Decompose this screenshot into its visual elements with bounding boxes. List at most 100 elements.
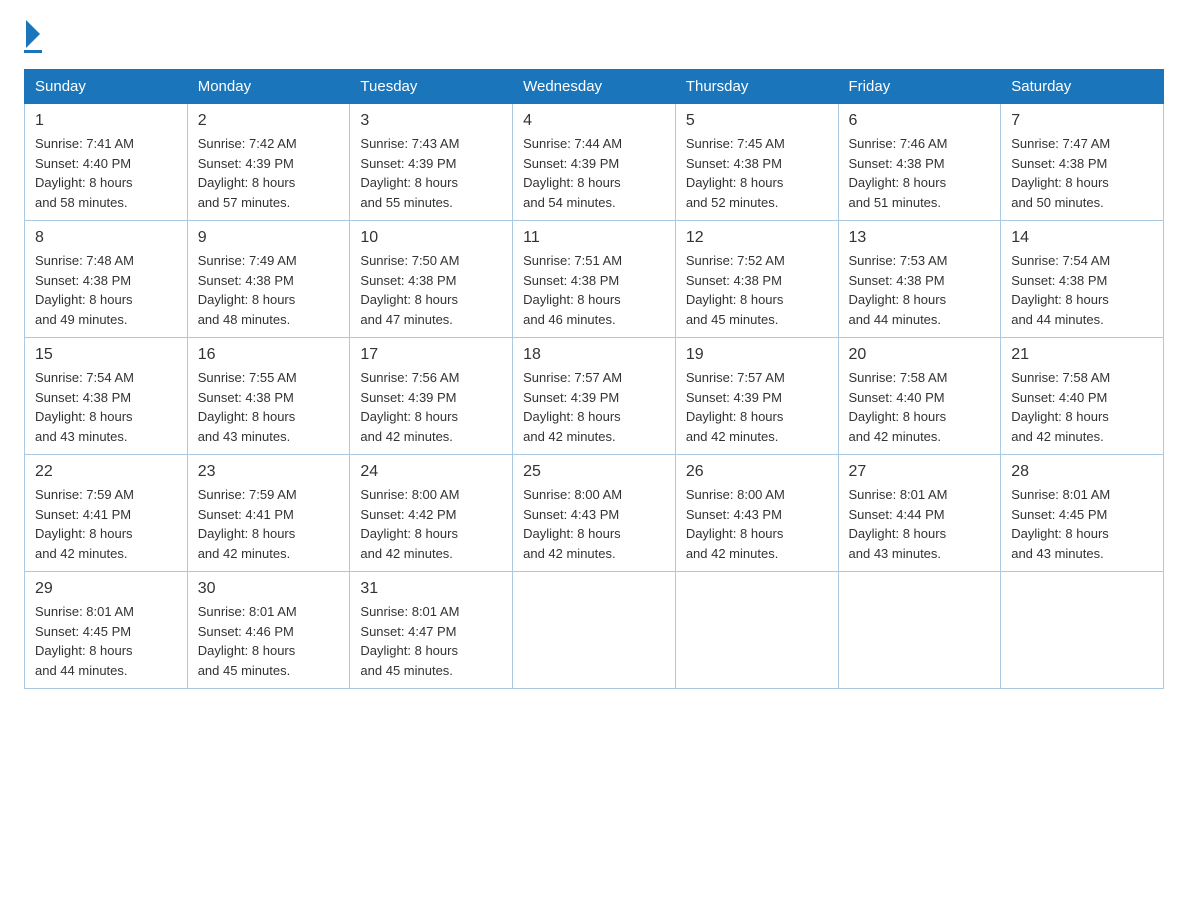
day-number: 5 bbox=[686, 112, 828, 130]
weekday-header-thursday: Thursday bbox=[675, 70, 838, 104]
weekday-header-monday: Monday bbox=[187, 70, 350, 104]
calendar-cell: 25 Sunrise: 8:00 AM Sunset: 4:43 PM Dayl… bbox=[513, 455, 676, 572]
day-info: Sunrise: 7:57 AM Sunset: 4:39 PM Dayligh… bbox=[686, 370, 785, 444]
calendar-cell: 13 Sunrise: 7:53 AM Sunset: 4:38 PM Dayl… bbox=[838, 221, 1001, 338]
day-number: 22 bbox=[35, 463, 177, 481]
weekday-header-row: SundayMondayTuesdayWednesdayThursdayFrid… bbox=[25, 70, 1164, 104]
day-number: 24 bbox=[360, 463, 502, 481]
day-number: 28 bbox=[1011, 463, 1153, 481]
day-info: Sunrise: 7:59 AM Sunset: 4:41 PM Dayligh… bbox=[198, 487, 297, 561]
day-info: Sunrise: 7:46 AM Sunset: 4:38 PM Dayligh… bbox=[849, 136, 948, 210]
calendar-cell bbox=[675, 572, 838, 689]
calendar-cell: 1 Sunrise: 7:41 AM Sunset: 4:40 PM Dayli… bbox=[25, 104, 188, 221]
day-info: Sunrise: 7:47 AM Sunset: 4:38 PM Dayligh… bbox=[1011, 136, 1110, 210]
calendar-cell: 15 Sunrise: 7:54 AM Sunset: 4:38 PM Dayl… bbox=[25, 338, 188, 455]
day-info: Sunrise: 7:42 AM Sunset: 4:39 PM Dayligh… bbox=[198, 136, 297, 210]
calendar-cell: 27 Sunrise: 8:01 AM Sunset: 4:44 PM Dayl… bbox=[838, 455, 1001, 572]
calendar-cell: 7 Sunrise: 7:47 AM Sunset: 4:38 PM Dayli… bbox=[1001, 104, 1164, 221]
weekday-header-saturday: Saturday bbox=[1001, 70, 1164, 104]
calendar-cell: 12 Sunrise: 7:52 AM Sunset: 4:38 PM Dayl… bbox=[675, 221, 838, 338]
day-info: Sunrise: 8:01 AM Sunset: 4:45 PM Dayligh… bbox=[35, 604, 134, 678]
day-info: Sunrise: 7:57 AM Sunset: 4:39 PM Dayligh… bbox=[523, 370, 622, 444]
calendar-cell: 16 Sunrise: 7:55 AM Sunset: 4:38 PM Dayl… bbox=[187, 338, 350, 455]
day-info: Sunrise: 8:01 AM Sunset: 4:45 PM Dayligh… bbox=[1011, 487, 1110, 561]
calendar-cell: 18 Sunrise: 7:57 AM Sunset: 4:39 PM Dayl… bbox=[513, 338, 676, 455]
calendar-cell: 3 Sunrise: 7:43 AM Sunset: 4:39 PM Dayli… bbox=[350, 104, 513, 221]
logo bbox=[24, 24, 42, 53]
calendar-cell: 17 Sunrise: 7:56 AM Sunset: 4:39 PM Dayl… bbox=[350, 338, 513, 455]
week-row-1: 1 Sunrise: 7:41 AM Sunset: 4:40 PM Dayli… bbox=[25, 104, 1164, 221]
day-info: Sunrise: 7:49 AM Sunset: 4:38 PM Dayligh… bbox=[198, 253, 297, 327]
calendar-cell: 28 Sunrise: 8:01 AM Sunset: 4:45 PM Dayl… bbox=[1001, 455, 1164, 572]
day-info: Sunrise: 8:01 AM Sunset: 4:46 PM Dayligh… bbox=[198, 604, 297, 678]
calendar-cell: 20 Sunrise: 7:58 AM Sunset: 4:40 PM Dayl… bbox=[838, 338, 1001, 455]
day-number: 29 bbox=[35, 580, 177, 598]
weekday-header-sunday: Sunday bbox=[25, 70, 188, 104]
day-number: 16 bbox=[198, 346, 340, 364]
day-number: 27 bbox=[849, 463, 991, 481]
day-number: 6 bbox=[849, 112, 991, 130]
day-number: 13 bbox=[849, 229, 991, 247]
day-number: 9 bbox=[198, 229, 340, 247]
day-info: Sunrise: 8:01 AM Sunset: 4:47 PM Dayligh… bbox=[360, 604, 459, 678]
day-number: 15 bbox=[35, 346, 177, 364]
calendar-cell: 21 Sunrise: 7:58 AM Sunset: 4:40 PM Dayl… bbox=[1001, 338, 1164, 455]
calendar-cell: 23 Sunrise: 7:59 AM Sunset: 4:41 PM Dayl… bbox=[187, 455, 350, 572]
calendar-cell: 9 Sunrise: 7:49 AM Sunset: 4:38 PM Dayli… bbox=[187, 221, 350, 338]
day-number: 7 bbox=[1011, 112, 1153, 130]
day-info: Sunrise: 7:41 AM Sunset: 4:40 PM Dayligh… bbox=[35, 136, 134, 210]
day-info: Sunrise: 7:58 AM Sunset: 4:40 PM Dayligh… bbox=[849, 370, 948, 444]
calendar-cell: 14 Sunrise: 7:54 AM Sunset: 4:38 PM Dayl… bbox=[1001, 221, 1164, 338]
day-number: 12 bbox=[686, 229, 828, 247]
calendar-cell: 22 Sunrise: 7:59 AM Sunset: 4:41 PM Dayl… bbox=[25, 455, 188, 572]
day-number: 14 bbox=[1011, 229, 1153, 247]
calendar-cell: 6 Sunrise: 7:46 AM Sunset: 4:38 PM Dayli… bbox=[838, 104, 1001, 221]
day-number: 25 bbox=[523, 463, 665, 481]
day-info: Sunrise: 7:56 AM Sunset: 4:39 PM Dayligh… bbox=[360, 370, 459, 444]
weekday-header-wednesday: Wednesday bbox=[513, 70, 676, 104]
day-info: Sunrise: 7:48 AM Sunset: 4:38 PM Dayligh… bbox=[35, 253, 134, 327]
day-info: Sunrise: 7:51 AM Sunset: 4:38 PM Dayligh… bbox=[523, 253, 622, 327]
day-number: 21 bbox=[1011, 346, 1153, 364]
calendar-cell: 2 Sunrise: 7:42 AM Sunset: 4:39 PM Dayli… bbox=[187, 104, 350, 221]
week-row-2: 8 Sunrise: 7:48 AM Sunset: 4:38 PM Dayli… bbox=[25, 221, 1164, 338]
calendar-cell: 30 Sunrise: 8:01 AM Sunset: 4:46 PM Dayl… bbox=[187, 572, 350, 689]
day-number: 1 bbox=[35, 112, 177, 130]
logo-underline bbox=[24, 50, 42, 53]
day-number: 26 bbox=[686, 463, 828, 481]
day-info: Sunrise: 7:45 AM Sunset: 4:38 PM Dayligh… bbox=[686, 136, 785, 210]
day-number: 2 bbox=[198, 112, 340, 130]
calendar-cell: 29 Sunrise: 8:01 AM Sunset: 4:45 PM Dayl… bbox=[25, 572, 188, 689]
day-info: Sunrise: 7:53 AM Sunset: 4:38 PM Dayligh… bbox=[849, 253, 948, 327]
day-info: Sunrise: 7:52 AM Sunset: 4:38 PM Dayligh… bbox=[686, 253, 785, 327]
calendar-cell: 19 Sunrise: 7:57 AM Sunset: 4:39 PM Dayl… bbox=[675, 338, 838, 455]
day-number: 18 bbox=[523, 346, 665, 364]
day-info: Sunrise: 7:58 AM Sunset: 4:40 PM Dayligh… bbox=[1011, 370, 1110, 444]
calendar-cell: 4 Sunrise: 7:44 AM Sunset: 4:39 PM Dayli… bbox=[513, 104, 676, 221]
day-number: 3 bbox=[360, 112, 502, 130]
calendar-cell: 5 Sunrise: 7:45 AM Sunset: 4:38 PM Dayli… bbox=[675, 104, 838, 221]
calendar-cell: 10 Sunrise: 7:50 AM Sunset: 4:38 PM Dayl… bbox=[350, 221, 513, 338]
day-number: 23 bbox=[198, 463, 340, 481]
day-info: Sunrise: 8:00 AM Sunset: 4:43 PM Dayligh… bbox=[686, 487, 785, 561]
day-number: 19 bbox=[686, 346, 828, 364]
weekday-header-tuesday: Tuesday bbox=[350, 70, 513, 104]
logo-triangle-icon bbox=[26, 20, 40, 48]
calendar-cell: 26 Sunrise: 8:00 AM Sunset: 4:43 PM Dayl… bbox=[675, 455, 838, 572]
day-info: Sunrise: 8:01 AM Sunset: 4:44 PM Dayligh… bbox=[849, 487, 948, 561]
page-header bbox=[24, 24, 1164, 53]
day-info: Sunrise: 8:00 AM Sunset: 4:42 PM Dayligh… bbox=[360, 487, 459, 561]
day-number: 10 bbox=[360, 229, 502, 247]
day-info: Sunrise: 7:59 AM Sunset: 4:41 PM Dayligh… bbox=[35, 487, 134, 561]
calendar-cell: 11 Sunrise: 7:51 AM Sunset: 4:38 PM Dayl… bbox=[513, 221, 676, 338]
day-number: 17 bbox=[360, 346, 502, 364]
calendar-cell bbox=[838, 572, 1001, 689]
calendar-cell: 24 Sunrise: 8:00 AM Sunset: 4:42 PM Dayl… bbox=[350, 455, 513, 572]
week-row-5: 29 Sunrise: 8:01 AM Sunset: 4:45 PM Dayl… bbox=[25, 572, 1164, 689]
day-number: 8 bbox=[35, 229, 177, 247]
day-number: 11 bbox=[523, 229, 665, 247]
day-number: 31 bbox=[360, 580, 502, 598]
day-info: Sunrise: 7:54 AM Sunset: 4:38 PM Dayligh… bbox=[35, 370, 134, 444]
day-info: Sunrise: 7:54 AM Sunset: 4:38 PM Dayligh… bbox=[1011, 253, 1110, 327]
week-row-4: 22 Sunrise: 7:59 AM Sunset: 4:41 PM Dayl… bbox=[25, 455, 1164, 572]
